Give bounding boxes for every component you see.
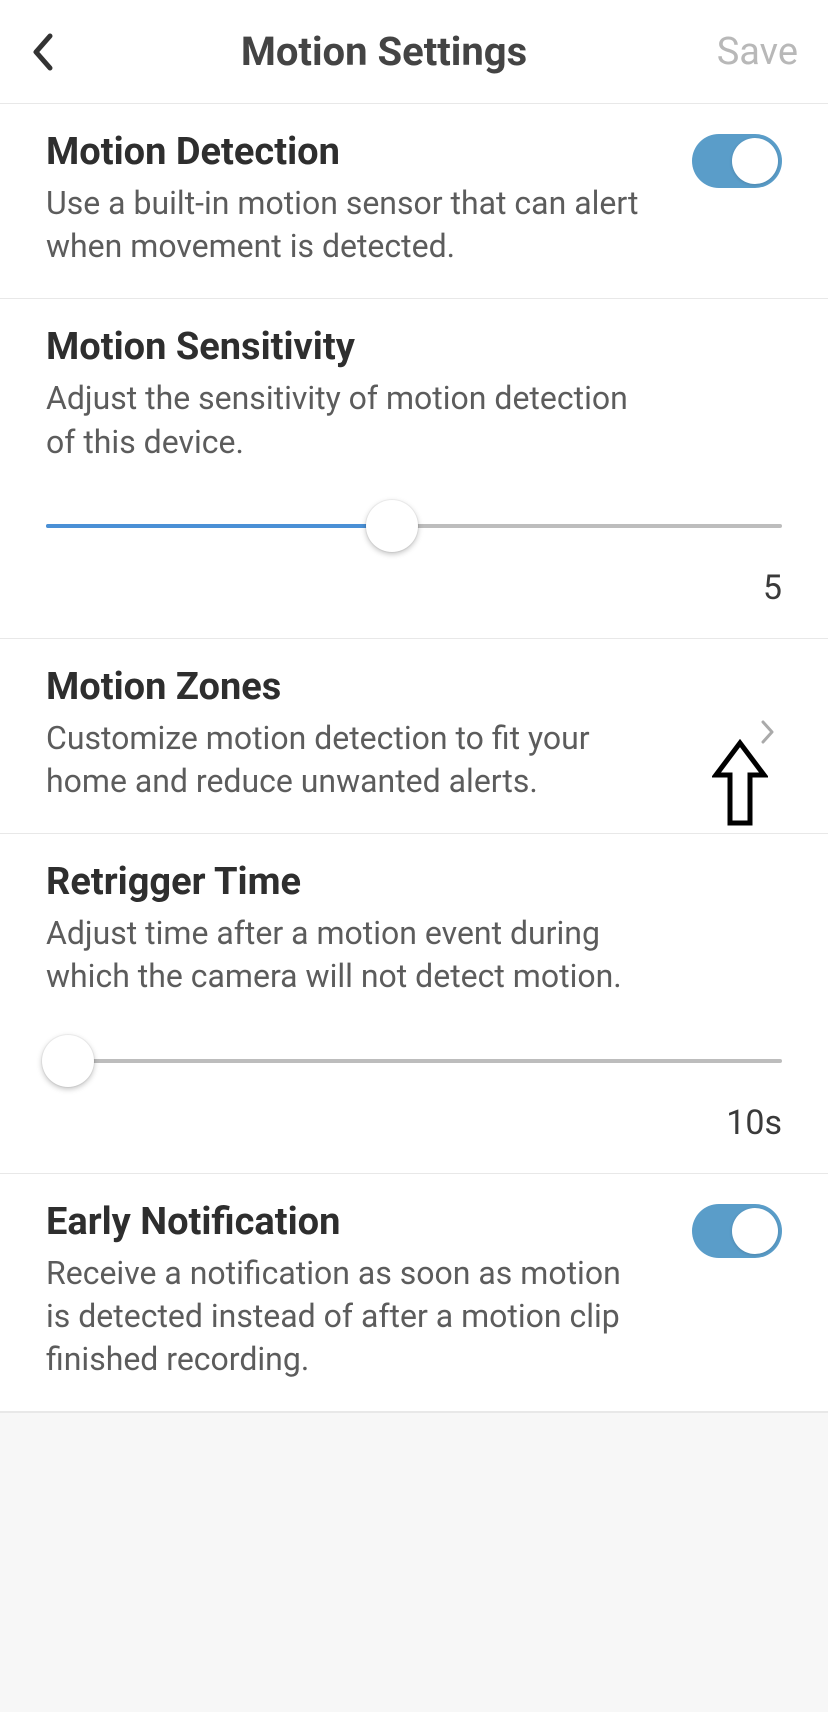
footer-background xyxy=(0,1412,828,1712)
toggle-knob xyxy=(732,1208,778,1254)
motion-zones-title: Motion Zones xyxy=(46,665,744,709)
retrigger-time-value: 10s xyxy=(46,1103,782,1143)
slider-track xyxy=(46,1059,782,1063)
section-motion-detection: Motion Detection Use a built-in motion s… xyxy=(0,104,828,299)
early-notification-title: Early Notification xyxy=(46,1200,646,1244)
section-retrigger-time: Retrigger Time Adjust time after a motio… xyxy=(0,834,828,1173)
annotation-up-arrow-icon xyxy=(712,739,768,831)
back-button[interactable] xyxy=(30,32,70,72)
motion-sensitivity-value: 5 xyxy=(46,568,782,608)
chevron-left-icon xyxy=(30,32,54,72)
slider-fill xyxy=(46,524,392,528)
motion-sensitivity-desc: Adjust the sensitivity of motion detecti… xyxy=(46,377,646,463)
motion-detection-title: Motion Detection xyxy=(46,130,646,174)
retrigger-time-slider[interactable] xyxy=(46,1035,782,1087)
motion-zones-desc: Customize motion detection to fit your h… xyxy=(46,717,646,803)
slider-thumb[interactable] xyxy=(42,1035,94,1087)
slider-thumb[interactable] xyxy=(366,500,418,552)
save-button[interactable]: Save xyxy=(698,30,798,74)
retrigger-time-desc: Adjust time after a motion event during … xyxy=(46,912,646,998)
section-motion-sensitivity: Motion Sensitivity Adjust the sensitivit… xyxy=(0,299,828,638)
early-notification-desc: Receive a notification as soon as motion… xyxy=(46,1252,646,1382)
retrigger-time-title: Retrigger Time xyxy=(46,860,782,904)
section-motion-zones[interactable]: Motion Zones Customize motion detection … xyxy=(0,639,828,834)
motion-detection-desc: Use a built-in motion sensor that can al… xyxy=(46,182,646,268)
page-title: Motion Settings xyxy=(70,28,698,75)
early-notification-toggle[interactable] xyxy=(692,1204,782,1258)
toggle-knob xyxy=(732,138,778,184)
motion-sensitivity-title: Motion Sensitivity xyxy=(46,325,782,369)
header: Motion Settings Save xyxy=(0,0,828,104)
motion-sensitivity-slider[interactable] xyxy=(46,500,782,552)
section-early-notification: Early Notification Receive a notificatio… xyxy=(0,1174,828,1413)
motion-detection-toggle[interactable] xyxy=(692,134,782,188)
